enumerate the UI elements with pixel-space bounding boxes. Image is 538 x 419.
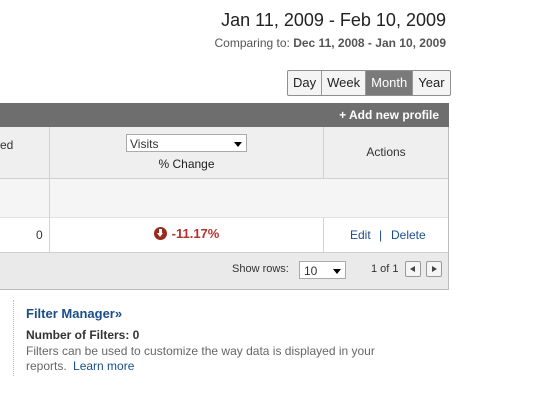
chevron-right-icon	[432, 266, 437, 272]
chevron-down-icon	[333, 269, 341, 274]
row-change-value: -11.17%	[171, 226, 220, 241]
add-new-profile-link[interactable]: + Add new profile	[339, 103, 439, 127]
row-change: -11.17%	[50, 226, 323, 241]
filter-manager-link[interactable]: Filter Manager»	[26, 306, 122, 321]
column-header-fragment: ed	[0, 138, 14, 152]
period-week-button[interactable]: Week	[321, 71, 365, 95]
next-page-button[interactable]	[426, 261, 442, 277]
previous-page-button[interactable]	[405, 261, 421, 277]
column-divider	[323, 218, 324, 253]
period-month-button[interactable]: Month	[365, 71, 413, 95]
comparing-range: Dec 11, 2008 - Jan 10, 2009	[293, 36, 446, 50]
chevron-down-icon	[234, 142, 242, 147]
learn-more-link[interactable]: Learn more	[73, 359, 134, 373]
period-day-button[interactable]: Day	[288, 71, 321, 95]
delete-link[interactable]: Delete	[391, 228, 426, 242]
actions-column-header: Actions	[366, 145, 406, 159]
edit-link[interactable]: Edit	[350, 228, 371, 242]
action-separator: |	[379, 228, 383, 242]
column-divider	[323, 127, 324, 178]
filter-description: Filters can be used to customize the way…	[26, 344, 406, 374]
filter-count: Number of Filters: 0	[26, 328, 140, 342]
period-year-button[interactable]: Year	[412, 71, 449, 95]
rows-per-page-select[interactable]: 10	[299, 261, 346, 279]
change-column-header: % Change	[158, 157, 215, 171]
column-divider	[49, 127, 50, 253]
rows-per-page-value: 10	[304, 264, 318, 278]
row-value: 0	[36, 228, 43, 242]
metric-select-value: Visits	[130, 137, 159, 151]
chevron-left-icon	[410, 266, 415, 272]
comparing-line: Comparing to: Dec 11, 2008 - Jan 10, 200…	[200, 36, 446, 50]
table-footer: Show rows: 10 1 of 1	[0, 253, 448, 289]
table-row: 0 -11.17% Edit | Delete	[0, 218, 448, 253]
profiles-table: ed Visits % Change Actions 0 -11.17% Edi…	[0, 127, 449, 290]
pager-text: 1 of 1	[371, 263, 399, 275]
period-selector: Day Week Month Year	[287, 70, 451, 96]
comparing-label: Comparing to:	[214, 36, 290, 50]
table-header-row: ed Visits % Change Actions	[0, 127, 448, 179]
metric-select[interactable]: Visits	[126, 134, 247, 152]
table-band-row	[0, 179, 448, 218]
section-divider	[13, 300, 14, 376]
profile-bar: + Add new profile	[0, 103, 449, 127]
date-range: Jan 11, 2009 - Feb 10, 2009	[221, 10, 446, 30]
down-arrow-icon	[153, 227, 167, 240]
show-rows-label: Show rows:	[232, 263, 289, 275]
